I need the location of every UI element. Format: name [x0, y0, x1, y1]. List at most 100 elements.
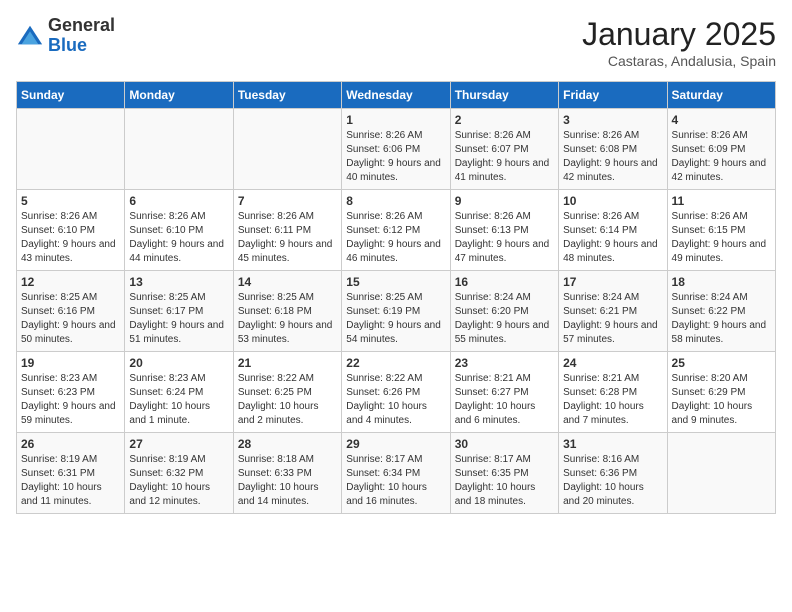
- day-info: Sunrise: 8:23 AM Sunset: 6:24 PM Dayligh…: [129, 372, 228, 428]
- calendar-cell: 27 Sunrise: 8:19 AM Sunset: 6:32 PM Dayli…: [125, 433, 233, 514]
- day-info: Sunrise: 8:25 AM Sunset: 6:19 PM Dayligh…: [346, 291, 445, 347]
- day-number: 16: [455, 275, 554, 289]
- day-info: Sunrise: 8:26 AM Sunset: 6:15 PM Dayligh…: [672, 210, 771, 266]
- location: Castaras, Andalusia, Spain: [582, 53, 776, 69]
- calendar-col-header: Sunday: [17, 82, 125, 109]
- calendar-col-header: Thursday: [450, 82, 558, 109]
- day-number: 30: [455, 437, 554, 451]
- day-info: Sunrise: 8:19 AM Sunset: 6:32 PM Dayligh…: [129, 453, 228, 509]
- day-info: Sunrise: 8:26 AM Sunset: 6:12 PM Dayligh…: [346, 210, 445, 266]
- calendar-col-header: Friday: [559, 82, 667, 109]
- calendar-cell: 22 Sunrise: 8:22 AM Sunset: 6:26 PM Dayli…: [342, 352, 450, 433]
- calendar-cell: 9 Sunrise: 8:26 AM Sunset: 6:13 PM Daylig…: [450, 190, 558, 271]
- calendar-cell: [233, 109, 341, 190]
- day-info: Sunrise: 8:25 AM Sunset: 6:18 PM Dayligh…: [238, 291, 337, 347]
- calendar-cell: 11 Sunrise: 8:26 AM Sunset: 6:15 PM Dayli…: [667, 190, 775, 271]
- logo-general: General: [48, 16, 115, 36]
- calendar-cell: 10Sunrise: 8:26 AM Sunset: 6:14 PM Dayli…: [559, 190, 667, 271]
- calendar-cell: [125, 109, 233, 190]
- day-info: Sunrise: 8:16 AM Sunset: 6:36 PM Dayligh…: [563, 453, 662, 509]
- day-info: Sunrise: 8:17 AM Sunset: 6:34 PM Dayligh…: [346, 453, 445, 509]
- day-number: 18: [672, 275, 771, 289]
- day-number: 25: [672, 356, 771, 370]
- day-number: 23: [455, 356, 554, 370]
- day-number: 1: [346, 113, 445, 127]
- day-number: 4: [672, 113, 771, 127]
- calendar-col-header: Tuesday: [233, 82, 341, 109]
- day-number: 29: [346, 437, 445, 451]
- day-info: Sunrise: 8:19 AM Sunset: 6:31 PM Dayligh…: [21, 453, 120, 509]
- calendar-col-header: Saturday: [667, 82, 775, 109]
- logo: General Blue: [16, 16, 115, 56]
- calendar-week-row: 26 Sunrise: 8:19 AM Sunset: 6:31 PM Dayli…: [17, 433, 776, 514]
- day-number: 2: [455, 113, 554, 127]
- calendar-body: 1Sunrise: 8:26 AM Sunset: 6:06 PM Daylig…: [17, 109, 776, 514]
- day-number: 19: [21, 356, 120, 370]
- calendar-cell: 28 Sunrise: 8:18 AM Sunset: 6:33 PM Dayli…: [233, 433, 341, 514]
- calendar-cell: 24 Sunrise: 8:21 AM Sunset: 6:28 PM Dayli…: [559, 352, 667, 433]
- day-info: Sunrise: 8:26 AM Sunset: 6:14 PM Dayligh…: [563, 210, 662, 266]
- day-info: Sunrise: 8:21 AM Sunset: 6:27 PM Dayligh…: [455, 372, 554, 428]
- day-info: Sunrise: 8:21 AM Sunset: 6:28 PM Dayligh…: [563, 372, 662, 428]
- month-title: January 2025: [582, 16, 776, 53]
- calendar-cell: 25 Sunrise: 8:20 AM Sunset: 6:29 PM Dayli…: [667, 352, 775, 433]
- day-info: Sunrise: 8:24 AM Sunset: 6:22 PM Dayligh…: [672, 291, 771, 347]
- calendar-cell: 17Sunrise: 8:24 AM Sunset: 6:21 PM Dayli…: [559, 271, 667, 352]
- day-info: Sunrise: 8:22 AM Sunset: 6:26 PM Dayligh…: [346, 372, 445, 428]
- day-number: 28: [238, 437, 337, 451]
- calendar-col-header: Wednesday: [342, 82, 450, 109]
- calendar-cell: 29 Sunrise: 8:17 AM Sunset: 6:34 PM Dayli…: [342, 433, 450, 514]
- logo-text: General Blue: [48, 16, 115, 56]
- calendar-cell: 13 Sunrise: 8:25 AM Sunset: 6:17 PM Dayli…: [125, 271, 233, 352]
- day-number: 12: [21, 275, 120, 289]
- day-info: Sunrise: 8:25 AM Sunset: 6:17 PM Dayligh…: [129, 291, 228, 347]
- page-header: General Blue January 2025 Castaras, Anda…: [16, 16, 776, 69]
- calendar-cell: 30 Sunrise: 8:17 AM Sunset: 6:35 PM Dayli…: [450, 433, 558, 514]
- day-info: Sunrise: 8:26 AM Sunset: 6:13 PM Dayligh…: [455, 210, 554, 266]
- day-number: 6: [129, 194, 228, 208]
- calendar-cell: 23 Sunrise: 8:21 AM Sunset: 6:27 PM Dayli…: [450, 352, 558, 433]
- day-number: 27: [129, 437, 228, 451]
- calendar-cell: 21 Sunrise: 8:22 AM Sunset: 6:25 PM Dayli…: [233, 352, 341, 433]
- day-number: 22: [346, 356, 445, 370]
- calendar-cell: 6Sunrise: 8:26 AM Sunset: 6:10 PM Daylig…: [125, 190, 233, 271]
- calendar-cell: 31 Sunrise: 8:16 AM Sunset: 6:36 PM Dayli…: [559, 433, 667, 514]
- day-info: Sunrise: 8:23 AM Sunset: 6:23 PM Dayligh…: [21, 372, 120, 428]
- calendar-cell: 16Sunrise: 8:24 AM Sunset: 6:20 PM Dayli…: [450, 271, 558, 352]
- calendar-week-row: 19 Sunrise: 8:23 AM Sunset: 6:23 PM Dayli…: [17, 352, 776, 433]
- calendar-cell: 15 Sunrise: 8:25 AM Sunset: 6:19 PM Dayli…: [342, 271, 450, 352]
- day-number: 5: [21, 194, 120, 208]
- day-number: 31: [563, 437, 662, 451]
- calendar-cell: 12Sunrise: 8:25 AM Sunset: 6:16 PM Dayli…: [17, 271, 125, 352]
- day-number: 21: [238, 356, 337, 370]
- day-number: 26: [21, 437, 120, 451]
- calendar-cell: 7Sunrise: 8:26 AM Sunset: 6:11 PM Daylig…: [233, 190, 341, 271]
- day-info: Sunrise: 8:20 AM Sunset: 6:29 PM Dayligh…: [672, 372, 771, 428]
- day-info: Sunrise: 8:17 AM Sunset: 6:35 PM Dayligh…: [455, 453, 554, 509]
- day-number: 15: [346, 275, 445, 289]
- calendar-cell: 18 Sunrise: 8:24 AM Sunset: 6:22 PM Dayli…: [667, 271, 775, 352]
- day-number: 9: [455, 194, 554, 208]
- day-info: Sunrise: 8:22 AM Sunset: 6:25 PM Dayligh…: [238, 372, 337, 428]
- day-number: 13: [129, 275, 228, 289]
- calendar-cell: [667, 433, 775, 514]
- calendar-cell: 8Sunrise: 8:26 AM Sunset: 6:12 PM Daylig…: [342, 190, 450, 271]
- calendar-cell: 4Sunrise: 8:26 AM Sunset: 6:09 PM Daylig…: [667, 109, 775, 190]
- calendar-cell: 26 Sunrise: 8:19 AM Sunset: 6:31 PM Dayli…: [17, 433, 125, 514]
- calendar-cell: 3Sunrise: 8:26 AM Sunset: 6:08 PM Daylig…: [559, 109, 667, 190]
- day-number: 17: [563, 275, 662, 289]
- calendar-table: SundayMondayTuesdayWednesdayThursdayFrid…: [16, 81, 776, 514]
- calendar-week-row: 1Sunrise: 8:26 AM Sunset: 6:06 PM Daylig…: [17, 109, 776, 190]
- calendar-cell: 1Sunrise: 8:26 AM Sunset: 6:06 PM Daylig…: [342, 109, 450, 190]
- calendar-week-row: 12Sunrise: 8:25 AM Sunset: 6:16 PM Dayli…: [17, 271, 776, 352]
- day-info: Sunrise: 8:18 AM Sunset: 6:33 PM Dayligh…: [238, 453, 337, 509]
- day-number: 11: [672, 194, 771, 208]
- title-block: January 2025 Castaras, Andalusia, Spain: [582, 16, 776, 69]
- calendar-cell: 14 Sunrise: 8:25 AM Sunset: 6:18 PM Dayli…: [233, 271, 341, 352]
- day-number: 14: [238, 275, 337, 289]
- day-number: 3: [563, 113, 662, 127]
- calendar-cell: 20Sunrise: 8:23 AM Sunset: 6:24 PM Dayli…: [125, 352, 233, 433]
- day-number: 24: [563, 356, 662, 370]
- day-info: Sunrise: 8:26 AM Sunset: 6:11 PM Dayligh…: [238, 210, 337, 266]
- day-info: Sunrise: 8:26 AM Sunset: 6:10 PM Dayligh…: [21, 210, 120, 266]
